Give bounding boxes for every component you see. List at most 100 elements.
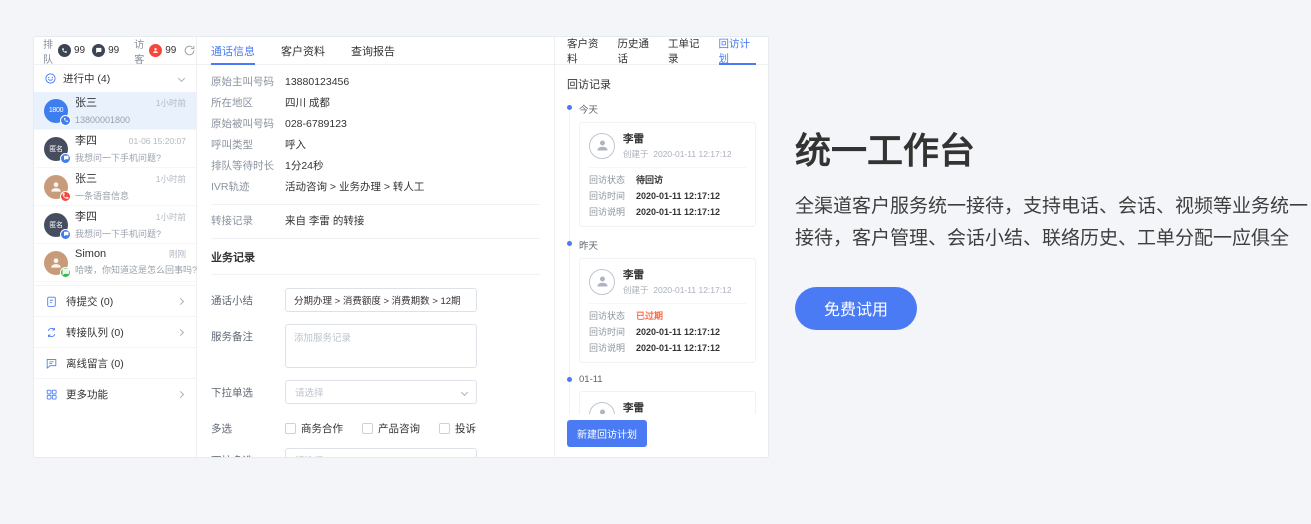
call-summary-input[interactable] [285, 288, 477, 312]
info-row: 原始被叫号码028-6789123 [211, 118, 540, 131]
customer-panel: 客户资料 历史通话 工单记录 回访计划 回访记录 今天 李雷 创建于 2020-… [555, 37, 768, 457]
person-avatar-icon [589, 133, 615, 159]
sidebar-item-transfer-queue[interactable]: 转接队列 (0) [34, 316, 196, 347]
checkbox-business-cooperation[interactable]: 商务合作 [285, 421, 343, 436]
visit-agent-name: 李雷 [623, 400, 732, 414]
info-row: 呼叫类型呼入 [211, 139, 540, 152]
chat-item[interactable]: 匿名 李四01-06 15:20:07 我想问一下手机问题? [34, 130, 196, 168]
created-label: 创建于 [623, 285, 649, 295]
refresh-icon[interactable] [183, 44, 196, 57]
time-value: 2020-01-11 12:17:12 [636, 327, 720, 338]
visitor-count: 99 [165, 45, 176, 56]
multi-select-dropdown[interactable]: 请选择 [285, 448, 477, 457]
info-label: 原始主叫号码 [211, 76, 285, 89]
chat-item[interactable]: 匿名 李四1小时前 我想问一下手机问题? [34, 206, 196, 244]
visit-record-title: 回访记录 [567, 76, 756, 92]
info-value: 活动咨询 > 业务办理 > 转人工 [285, 181, 424, 194]
visit-note-line: 回访说明2020-01-11 12:17:12 [589, 343, 746, 354]
visit-card-meta: 李雷 创建于 2020-01-11 12:17:12 [623, 400, 732, 414]
visitor-label: 访客 [134, 36, 144, 66]
tab-customer-profile[interactable]: 客户资料 [567, 37, 605, 64]
chat-summary: 张三1小时前 13800001800 [75, 94, 186, 128]
chat-preview: 我想问一下手机问题? [75, 153, 161, 163]
chat-summary: 张三1小时前 一条语音信息 [75, 170, 186, 204]
timeline-dot [567, 377, 572, 382]
created-time: 2020-01-11 12:17:12 [653, 149, 731, 159]
chat-name: 李四 [75, 208, 97, 224]
info-row: IVR轨迹活动咨询 > 业务办理 > 转人工 [211, 181, 540, 194]
chat-name: 张三 [75, 170, 97, 186]
chat-time: 1小时前 [156, 97, 186, 109]
tab-query-report[interactable]: 查询报告 [351, 37, 395, 64]
chat-queue-count: 99 [108, 45, 119, 56]
sidebar: 排队 99 99 访客 99 进行中 (4) 1800 张三 1小时前 [34, 37, 197, 457]
visit-card[interactable]: 李雷 创建于 2020-01-11 12:17:12 回访状态已回访 回访时间2… [579, 391, 756, 414]
clipboard-icon [45, 295, 58, 308]
sidebar-item-label: 转接队列 (0) [66, 325, 124, 340]
visit-note-line: 回访说明2020-01-11 12:17:12 [589, 207, 746, 218]
visit-card[interactable]: 李雷 创建于 2020-01-11 12:17:12 回访状态待回访 回访时间2… [579, 122, 756, 227]
tab-call-history[interactable]: 历史通话 [618, 37, 656, 64]
avatar: 1800 [44, 99, 68, 123]
tab-call-info[interactable]: 通话信息 [211, 37, 255, 64]
tab-customer-profile[interactable]: 客户资料 [281, 37, 325, 64]
chevron-down-icon [461, 388, 468, 395]
queue-status-bar: 排队 99 99 访客 99 [34, 37, 196, 65]
free-trial-button[interactable]: 免费试用 [795, 287, 917, 330]
chat-queue-icon [92, 44, 105, 57]
checkbox-product-inquiry[interactable]: 产品咨询 [362, 421, 420, 436]
field-label: 回访说明 [589, 343, 636, 354]
chat-item[interactable]: 1800 张三1小时前 13800001800 [34, 92, 196, 130]
sidebar-item-pending-submit[interactable]: 待提交 (0) [34, 285, 196, 316]
chat-preview: 13800001800 [75, 115, 130, 125]
single-select-dropdown[interactable]: 请选择 [285, 380, 477, 404]
timeline-date: 昨天 [579, 238, 756, 252]
form-label: 下拉多选 [211, 448, 285, 457]
info-row: 原始主叫号码13880123456 [211, 76, 540, 89]
info-label: 呼叫类型 [211, 139, 285, 152]
select-placeholder: 请选择 [295, 453, 324, 457]
info-row: 所在地区四川 成都 [211, 97, 540, 110]
voice-message-badge-icon [60, 191, 71, 202]
chat-item[interactable]: Simon刚刚 哈喽，你知道这是怎么回事吗? [34, 244, 196, 282]
visit-card-meta: 李雷 创建于 2020-01-11 12:17:12 [623, 131, 732, 160]
visit-timeline: 今天 李雷 创建于 2020-01-11 12:17:12 回访状态待回访 回访… [567, 102, 756, 414]
checkbox-label: 产品咨询 [378, 421, 420, 436]
phone-queue-icon [58, 44, 71, 57]
visit-created: 创建于 2020-01-11 12:17:12 [623, 148, 732, 160]
phone-queue-count: 99 [74, 45, 85, 56]
chat-preview: 我想问一下手机问题? [75, 229, 161, 239]
avatar: 匿名 [44, 213, 68, 237]
form-row-checkboxes: 多选 商务合作 产品咨询 投诉 [211, 416, 540, 436]
session-channel-badge-icon [60, 153, 71, 164]
visit-time-line: 回访时间2020-01-11 12:17:12 [589, 191, 746, 202]
chevron-right-icon [177, 297, 184, 304]
visit-card[interactable]: 李雷 创建于 2020-01-11 12:17:12 回访状态已过期 回访时间2… [579, 258, 756, 363]
sidebar-item-offline-message[interactable]: 离线留言 (0) [34, 347, 196, 378]
divider [211, 204, 540, 205]
checkbox-complaint[interactable]: 投诉 [439, 421, 476, 436]
marketing-section: 统一工作台 全渠道客户服务统一接待，支持电话、会话、视频等业务统一接待，客户管理… [795, 128, 1311, 330]
chat-item[interactable]: 张三1小时前 一条语音信息 [34, 168, 196, 206]
timeline-group: 01-11 李雷 创建于 2020-01-11 12:17:12 回访状态已回访… [579, 374, 756, 414]
new-visit-plan-button[interactable]: 新建回访计划 [567, 420, 647, 447]
timeline-group: 昨天 李雷 创建于 2020-01-11 12:17:12 回访状态已过期 回访… [579, 238, 756, 363]
created-label: 创建于 [623, 149, 649, 159]
call-detail-tabs: 通话信息 客户资料 查询报告 [197, 37, 554, 65]
in-progress-section-header[interactable]: 进行中 (4) [34, 65, 196, 92]
chat-summary: 李四1小时前 我想问一下手机问题? [75, 208, 186, 242]
in-progress-label: 进行中 (4) [63, 71, 110, 86]
tab-ticket-record[interactable]: 工单记录 [668, 37, 706, 64]
tab-visit-plan[interactable]: 回访计划 [719, 37, 757, 64]
service-note-textarea[interactable] [285, 324, 477, 368]
transfer-icon [45, 326, 58, 339]
form-label: 服务备注 [211, 324, 285, 344]
session-channel-badge-icon [60, 229, 71, 240]
status-value: 待回访 [636, 175, 663, 186]
checkbox-icon [285, 423, 296, 434]
chat-list: 1800 张三1小时前 13800001800 匿名 李四01-06 15:20… [34, 92, 196, 282]
field-label: 回访说明 [589, 207, 636, 218]
info-row: 排队等待时长1分24秒 [211, 160, 540, 173]
form-label: 通话小结 [211, 288, 285, 308]
sidebar-item-more-features[interactable]: 更多功能 [34, 378, 196, 409]
